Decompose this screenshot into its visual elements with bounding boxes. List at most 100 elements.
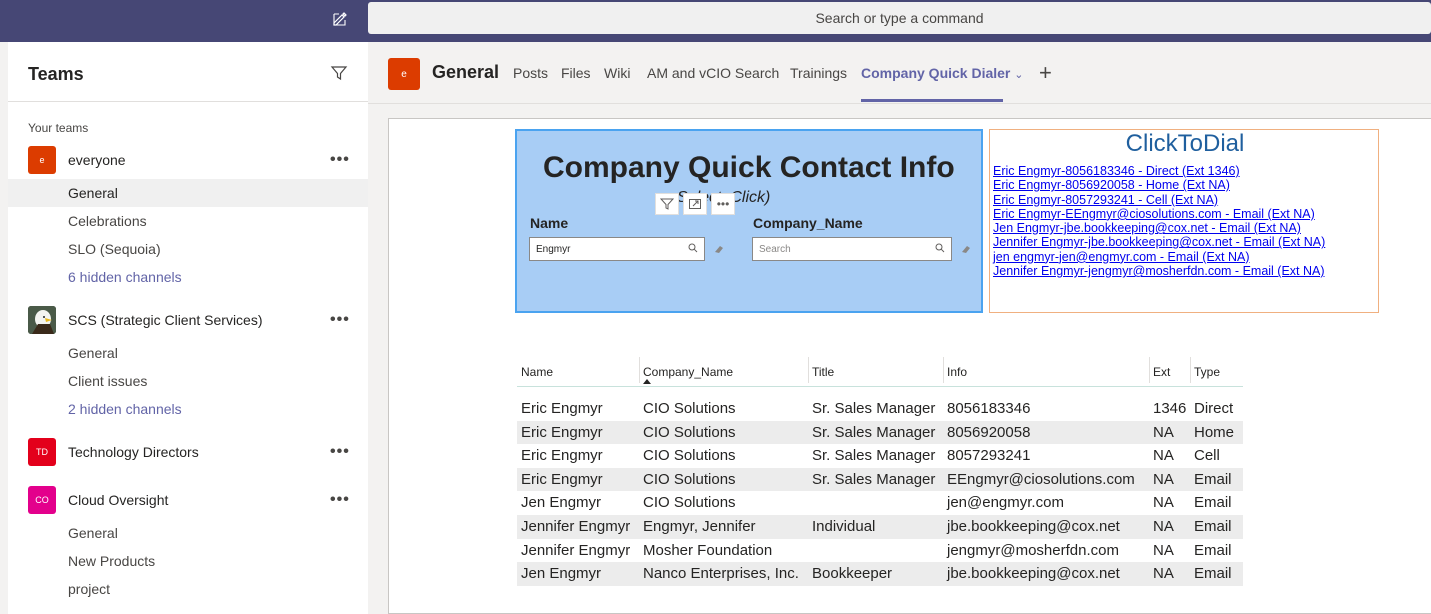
more-options-icon[interactable]: ••• [711,193,735,215]
filter-icon[interactable] [330,64,350,84]
filter-icon[interactable] [655,193,679,215]
team-scs[interactable]: SCS (Strategic Client Services) ••• [8,306,368,334]
channel-general[interactable]: General [8,519,368,547]
cell-ext: NA [1153,541,1174,559]
channel-general[interactable]: General [8,339,368,367]
more-options-icon[interactable]: ••• [330,443,350,461]
command-search-input[interactable]: Search or type a command [368,2,1431,34]
company-slicer-label: Company_Name [753,215,863,231]
column-header-name[interactable]: Name [521,365,553,379]
cell-company: Nanco Enterprises, Inc. [643,565,799,583]
column-header-info[interactable]: Info [947,365,967,379]
name-slicer-input[interactable]: Engmyr [529,237,705,261]
channel-project[interactable]: project [8,575,368,603]
dial-link[interactable]: Eric Engmyr-8057293241 - Cell (Ext NA) [993,193,1325,207]
search-placeholder: Search or type a command [815,10,984,26]
channel-header: e General Posts Files Wiki AM and vCIO S… [368,42,1431,104]
more-options-icon[interactable]: ••• [330,311,350,329]
click-to-dial-links: Eric Engmyr-8056183346 - Direct (Ext 134… [993,164,1325,278]
column-divider[interactable] [1149,357,1150,383]
team-cloud-oversight[interactable]: CO Cloud Oversight ••• [8,486,368,514]
team-technology-directors[interactable]: TD Technology Directors ••• [8,438,368,466]
team-everyone[interactable]: e everyone ••• [8,146,368,174]
dial-link[interactable]: Jen Engmyr-jbe.bookkeeping@cox.net - Ema… [993,221,1325,235]
column-divider[interactable] [808,357,809,383]
column-header-ext[interactable]: Ext [1153,365,1170,379]
cell-title: Sr. Sales Manager [812,423,936,441]
cell-info: 8057293241 [947,447,1031,465]
dial-link[interactable]: Eric Engmyr-EEngmyr@ciosolutions.com - E… [993,207,1325,221]
table-header: Name Company_Name Title Info Ext Type [517,355,1243,387]
company-slicer-input[interactable]: Search [752,237,952,261]
dial-link[interactable]: Eric Engmyr-8056183346 - Direct (Ext 134… [993,164,1325,178]
hidden-channels-link[interactable]: 6 hidden channels [8,263,368,291]
cell-company: Engmyr, Jennifer [643,517,756,535]
cell-title: Individual [812,517,876,535]
table-row[interactable]: Eric Engmyr CIO Solutions Sr. Sales Manage… [517,467,1243,492]
channel-slo-sequoia[interactable]: SLO (Sequoia) [8,235,368,263]
cell-company: CIO Solutions [643,447,736,465]
eraser-icon[interactable] [713,242,725,254]
dial-link[interactable]: Jennifer Engmyr-jengmyr@mosherfdn.com - … [993,264,1325,278]
click-to-dial-panel: ClickToDial Eric Engmyr-8056183346 - Dir… [989,129,1379,313]
tab-am-vcio-search[interactable]: AM and vCIO Search [647,65,779,81]
add-tab-icon[interactable]: + [1039,60,1052,86]
cell-company: CIO Solutions [643,494,736,512]
eraser-icon[interactable] [960,242,972,254]
channel-celebrations[interactable]: Celebrations [8,207,368,235]
cell-title: Bookkeeper [812,565,893,583]
tab-posts[interactable]: Posts [513,65,548,81]
cell-company: Mosher Foundation [643,541,773,559]
team-avatar: CO [28,486,56,514]
column-header-title[interactable]: Title [812,365,834,379]
cell-info: 8056183346 [947,400,1031,417]
compose-icon[interactable] [328,8,352,30]
column-divider[interactable] [943,357,944,383]
visual-toolbar: ••• [655,193,735,215]
search-icon [935,243,945,256]
focus-mode-icon[interactable] [683,193,707,215]
tab-files[interactable]: Files [561,65,591,81]
report-canvas: Company Quick Contact Info Select, Click… [388,118,1431,614]
tab-wiki[interactable]: Wiki [604,65,630,81]
column-divider[interactable] [1190,357,1191,383]
table-row[interactable]: Jennifer Engmyr Mosher Foundation jengmyr@… [517,539,1243,563]
cell-company: CIO Solutions [643,423,736,441]
dial-link[interactable]: Eric Engmyr-8056920058 - Home (Ext NA) [993,178,1325,192]
cell-type: Email [1194,565,1232,583]
cell-name: Jen Engmyr [521,494,602,512]
name-slicer-value: Engmyr [536,243,571,255]
cell-name: Eric Engmyr [521,470,603,488]
dial-link[interactable]: jen engmyr-jen@engmyr.com - Email (Ext N… [993,250,1325,264]
hidden-channels-link[interactable]: 2 hidden channels [8,395,368,423]
cell-name: Jennifer Engmyr [521,541,631,559]
channel-general[interactable]: General [8,179,368,207]
top-bar: Search or type a command [0,0,1431,42]
chevron-down-icon[interactable]: ⌄ [1014,69,1023,81]
table-row[interactable]: Eric Engmyr CIO Solutions Sr. Sales Manage… [517,420,1243,445]
cell-ext: NA [1153,517,1174,535]
table-row[interactable]: Jennifer Engmyr Engmyr, Jennifer Individua… [517,514,1243,539]
cell-name: Eric Engmyr [521,423,603,441]
channel-client-issues[interactable]: Client issues [8,367,368,395]
table-row[interactable]: Jen Engmyr CIO Solutions jen@engmyr.com NA E… [517,491,1243,515]
sort-ascending-icon [643,379,651,384]
teams-header: Teams [8,42,368,102]
contact-info-visual[interactable]: Company Quick Contact Info Select, Click… [515,129,983,313]
dial-link[interactable]: Jennifer Engmyr-jbe.bookkeeping@cox.net … [993,235,1325,249]
channel-new-products[interactable]: New Products [8,547,368,575]
column-header-company[interactable]: Company_Name [643,365,733,379]
table-row[interactable]: Jen Engmyr Nanco Enterprises, Inc. Bookkee… [517,562,1243,586]
tab-trainings[interactable]: Trainings [790,65,847,81]
table-row[interactable]: Eric Engmyr CIO Solutions Sr. Sales Manage… [517,397,1243,421]
more-options-icon[interactable]: ••• [330,151,350,169]
table-row[interactable]: Eric Engmyr CIO Solutions Sr. Sales Manage… [517,444,1243,468]
team-avatar: e [28,146,56,174]
report-title: Company Quick Contact Info [543,151,955,184]
column-header-type[interactable]: Type [1194,365,1220,379]
tab-company-quick-dialer[interactable]: Company Quick Dialer ⌄ [861,65,1024,81]
column-divider[interactable] [639,357,640,383]
cell-ext: NA [1153,423,1174,441]
more-options-icon[interactable]: ••• [330,491,350,509]
team-name: Cloud Oversight [68,492,169,508]
